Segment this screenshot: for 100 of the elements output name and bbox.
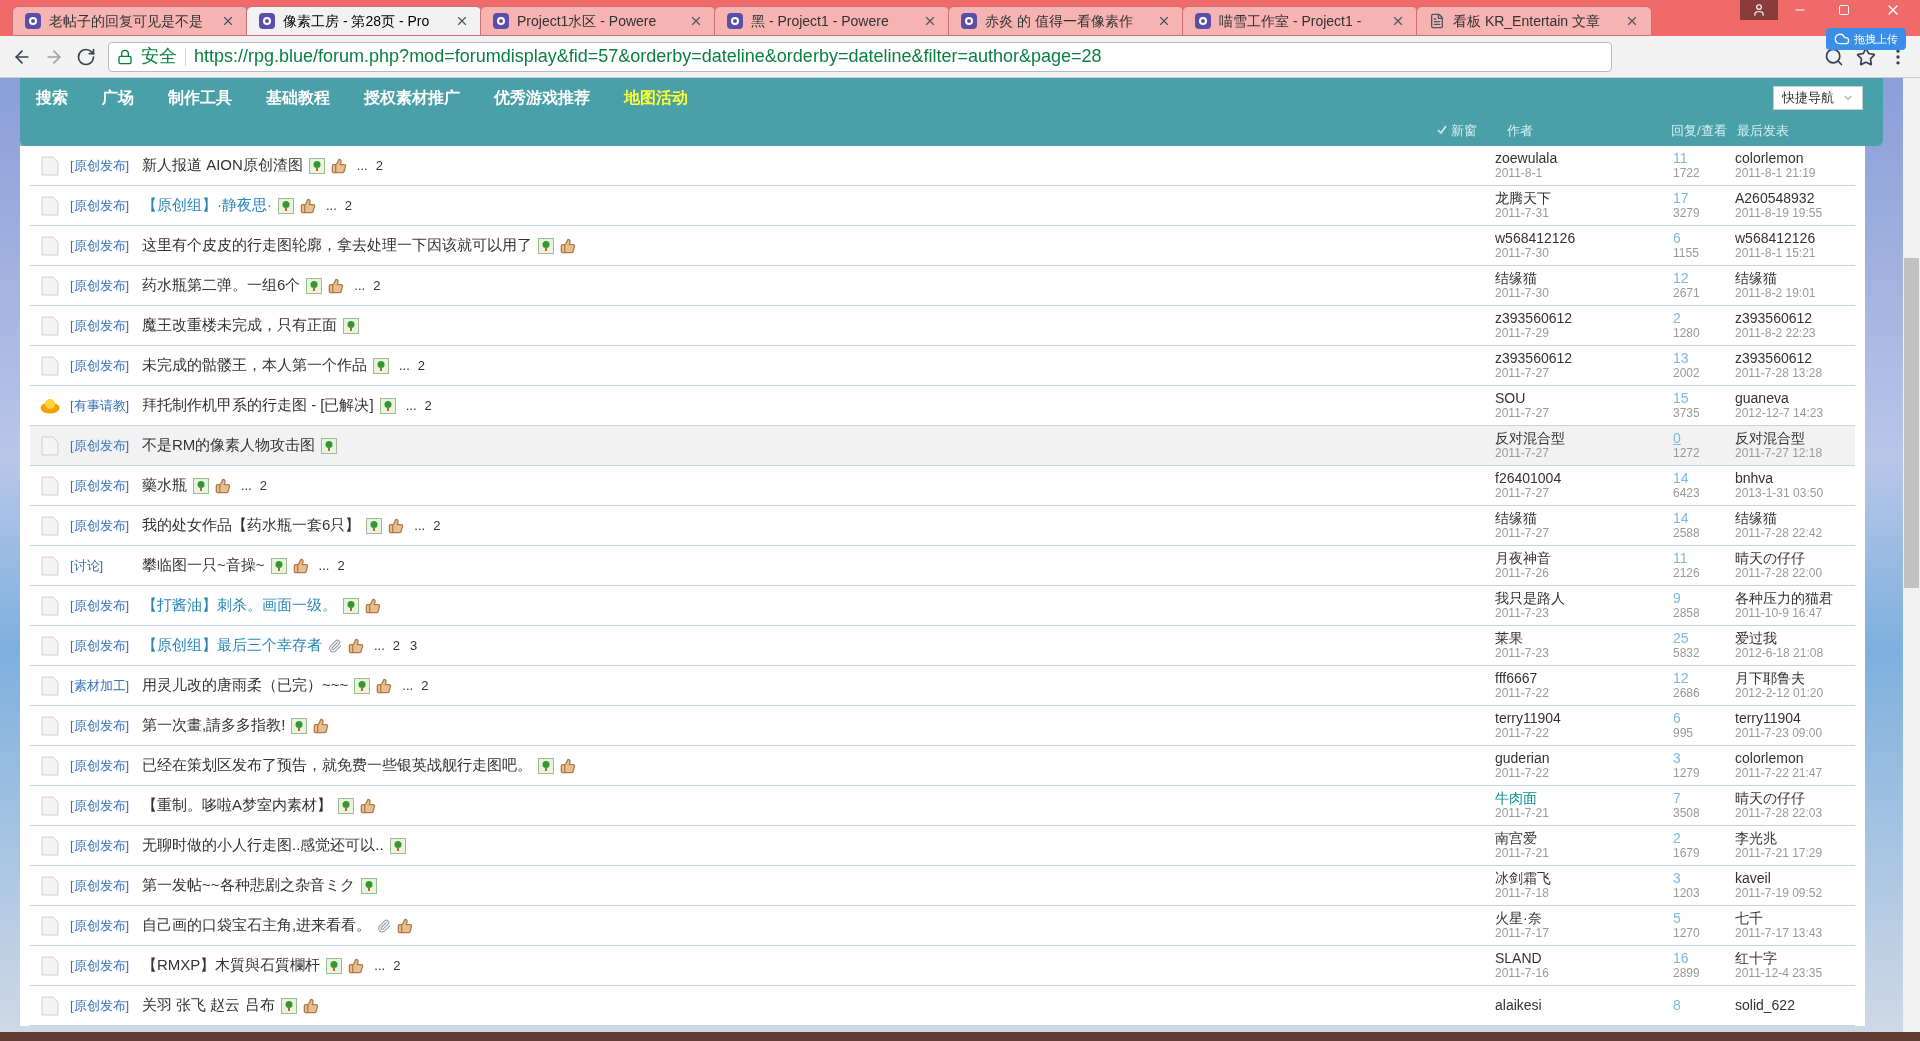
user-icon[interactable] [1740, 0, 1778, 20]
author-name[interactable]: 结缘猫 [1495, 270, 1645, 286]
thread-tag[interactable]: [原创发布] [70, 515, 142, 536]
thread-title[interactable]: 【RMXP】木質與石質欄杆 [142, 954, 321, 977]
last-poster[interactable]: kaveil [1735, 870, 1855, 886]
last-poster[interactable]: 反对混合型 [1735, 430, 1855, 446]
thread-tag[interactable]: [原创发布] [70, 715, 142, 736]
thread-title[interactable]: 用灵儿改的唐雨柔（已完）~~~ [142, 674, 349, 697]
author-name[interactable]: zoewulala [1495, 150, 1645, 166]
last-poster[interactable]: 晴天の仔仔 [1735, 550, 1855, 566]
last-poster[interactable]: 月下耶鲁夫 [1735, 670, 1855, 686]
page-link[interactable]: 2 [422, 395, 434, 416]
author-name[interactable]: 我只是路人 [1495, 590, 1645, 606]
close-icon[interactable] [221, 14, 235, 28]
author-name[interactable]: SLAND [1495, 950, 1645, 966]
thread-tag[interactable]: [原创发布] [70, 955, 142, 976]
thread-title[interactable]: 攀临图一只~音操~ [142, 554, 265, 577]
scrollbar[interactable] [1903, 78, 1920, 1032]
page-link[interactable]: 2 [373, 155, 385, 176]
thread-title[interactable]: 未完成的骷髅王，本人第一个作品 [142, 354, 367, 377]
thread-tag[interactable]: [原创发布] [70, 235, 142, 256]
thread-tag[interactable]: [原创发布] [70, 995, 142, 1016]
last-poster[interactable]: 爱过我 [1735, 630, 1855, 646]
thread-tag[interactable]: [原创发布] [70, 915, 142, 936]
page-link[interactable]: 2 [415, 355, 428, 376]
thread-tag[interactable]: [原创发布] [70, 795, 142, 816]
browser-tab[interactable]: Project1水区 - Powere [480, 6, 716, 36]
thread-tag[interactable]: [原创发布] [70, 595, 142, 616]
browser-tab[interactable]: 像素工房 - 第28页 - Pro [246, 6, 482, 36]
thread-title[interactable]: 我的处女作品【药水瓶一套6只】 [142, 514, 361, 537]
last-poster[interactable]: 李光兆 [1735, 830, 1855, 846]
thread-title[interactable]: 关羽 张飞 赵云 吕布 [142, 994, 275, 1017]
close-icon[interactable] [455, 14, 469, 28]
checkmark-icon[interactable] [1437, 125, 1447, 136]
thread-title[interactable]: 第一发帖~~各种悲剧之杂音ミク [142, 874, 355, 897]
author-name[interactable]: 反对混合型 [1495, 430, 1645, 446]
page-link[interactable]: 2 [390, 635, 403, 656]
last-poster[interactable]: 各种压力的猫君 [1735, 590, 1855, 606]
address-field[interactable]: 安全 https://rpg.blue/forum.php?mod=forumdisplay&fid=57&orderby=dateline&orderby=dateline&filter=author&page=28 [108, 41, 1612, 72]
author-name[interactable]: 龙腾天下 [1495, 190, 1645, 206]
thread-tag[interactable]: [原创发布] [70, 155, 142, 176]
last-poster[interactable]: 七千 [1735, 910, 1855, 926]
author-name[interactable]: 火星·奈 [1495, 910, 1645, 926]
close-icon[interactable] [1625, 14, 1639, 28]
thread-tag[interactable]: [讨论] [70, 555, 142, 576]
close-icon[interactable] [1391, 14, 1405, 28]
last-poster[interactable]: 结缘猫 [1735, 510, 1855, 526]
last-poster[interactable]: 红十字 [1735, 950, 1855, 966]
author-name[interactable]: terry11904 [1495, 710, 1645, 726]
browser-tab[interactable]: 看板 KR_Entertain 文章 [1416, 6, 1652, 36]
last-poster[interactable]: z393560612 [1735, 350, 1855, 366]
page-link[interactable]: 3 [408, 635, 420, 656]
last-poster[interactable]: colorlemon [1735, 150, 1855, 166]
author-name[interactable]: z393560612 [1495, 310, 1645, 326]
last-poster[interactable]: bnhva [1735, 470, 1855, 486]
thread-tag[interactable]: [原创发布] [70, 635, 142, 656]
browser-tab[interactable]: 赤炎 的 值得一看像素作 [948, 6, 1184, 36]
author-name[interactable]: guderian [1495, 750, 1645, 766]
reload-icon[interactable] [76, 46, 96, 67]
thread-tag[interactable]: [原创发布] [70, 275, 142, 296]
author-name[interactable]: w568412126 [1495, 230, 1645, 246]
author-name[interactable]: fff6667 [1495, 670, 1645, 686]
thread-title[interactable]: 拜托制作机甲系的行走图 - [已解决] [142, 394, 374, 417]
author-name[interactable]: 南宫爱 [1495, 830, 1645, 846]
browser-tab[interactable]: 喵雪工作室 - Project1 - [1182, 6, 1418, 36]
close-icon[interactable] [689, 14, 703, 28]
thread-tag[interactable]: [有事请教] [70, 395, 142, 416]
last-poster[interactable]: terry11904 [1735, 710, 1855, 726]
author-name[interactable]: 月夜神音 [1495, 550, 1645, 566]
thread-tag[interactable]: [素材加工] [70, 675, 142, 696]
author-name[interactable]: 牛肉面 [1495, 790, 1645, 806]
thread-row[interactable]: [原创发布] 不是RM的像素人物攻击图 反对混合型 2011-7-27 0 1272 反对混合型 2011-7-27 12:18 [30, 426, 1855, 466]
thread-title[interactable]: 藥水瓶 [142, 474, 187, 497]
author-name[interactable]: 结缘猫 [1495, 510, 1645, 526]
author-name[interactable]: z393560612 [1495, 350, 1645, 366]
page-link[interactable]: 2 [342, 195, 355, 216]
last-poster[interactable]: z393560612 [1735, 310, 1855, 326]
thread-title[interactable]: 新人报道 AION原创渣图 [142, 154, 303, 177]
author-name[interactable]: SOU [1495, 390, 1645, 406]
thread-title[interactable]: 第一次畫,請多多指教! [142, 714, 286, 737]
thread-tag[interactable]: [原创发布] [70, 435, 142, 456]
thread-tag[interactable]: [原创发布] [70, 835, 142, 856]
thread-tag[interactable]: [原创发布] [70, 355, 142, 376]
last-poster[interactable]: 结缘猫 [1735, 270, 1855, 286]
quick-nav-button[interactable]: 快捷导航 [1773, 86, 1863, 110]
last-poster[interactable]: 晴天の仔仔 [1735, 790, 1855, 806]
thread-title[interactable]: 不是RM的像素人物攻击图 [142, 434, 316, 457]
thread-tag[interactable]: [原创发布] [70, 755, 142, 776]
browser-tab[interactable]: 黑 - Project1 - Powere [714, 6, 950, 36]
author-name[interactable]: f26401004 [1495, 470, 1645, 486]
thread-title[interactable]: 【原创组】·静夜思· [142, 194, 272, 217]
thread-title[interactable]: 药水瓶第二弹。一组6个 [142, 274, 301, 297]
thread-title[interactable]: 【打酱油】刺杀。画面一级。 [142, 594, 337, 617]
page-link[interactable]: 2 [371, 275, 383, 296]
last-poster[interactable]: colorlemon [1735, 750, 1855, 766]
thread-title[interactable]: 魔王改重楼未完成，只有正面 [142, 314, 337, 337]
thread-title[interactable]: 已经在策划区发布了预告，就免费一些银英战舰行走图吧。 [142, 754, 532, 777]
author-name[interactable]: 冰剑霜飞 [1495, 870, 1645, 886]
page-link[interactable]: 2 [419, 675, 431, 696]
last-poster[interactable]: guaneva [1735, 390, 1855, 406]
